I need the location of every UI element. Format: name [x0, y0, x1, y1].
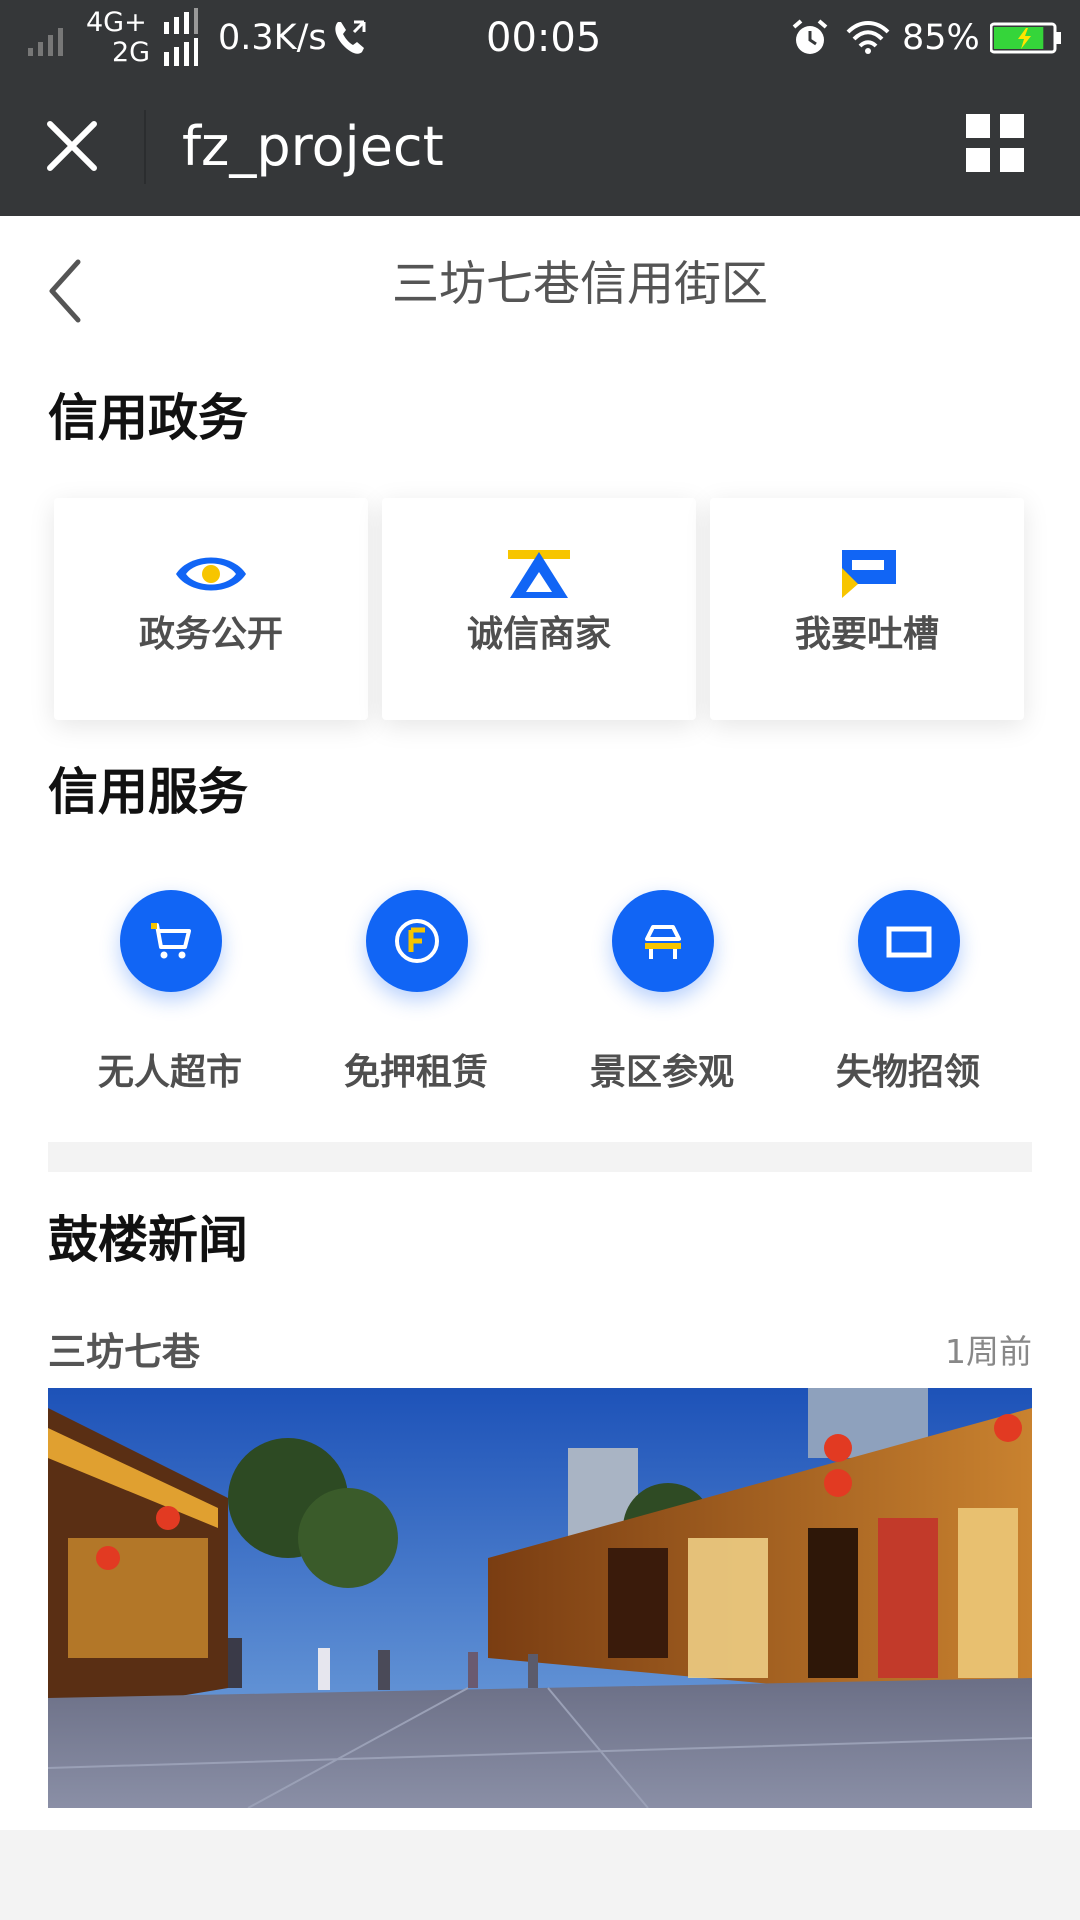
status-bar: 4G+ 2G 0.3K/s 00:05 85% — [0, 0, 1080, 76]
triangle-badge-icon — [508, 550, 570, 598]
news-time: 1周前 — [945, 1332, 1032, 1371]
card-label: 诚信商家 — [466, 614, 611, 655]
news-image[interactable] — [48, 1388, 1032, 1808]
coin-f-icon — [395, 919, 439, 963]
app-title: fz_project — [182, 115, 444, 178]
title-divider — [144, 110, 146, 184]
network-type: 4G+ 2G — [86, 8, 150, 68]
service-icon-circle — [858, 890, 960, 992]
signal-bars-icon — [164, 8, 198, 66]
network-type-bottom: 2G — [112, 37, 151, 68]
card-complaint[interactable]: 我要吐槽 — [710, 498, 1024, 720]
card-honest-merchants[interactable]: 诚信商家 — [382, 498, 696, 720]
section-title-news: 鼓楼新闻 — [48, 1211, 248, 1269]
card-label: 我要吐槽 — [794, 614, 939, 655]
street-photo — [48, 1388, 1032, 1808]
clock-time: 00:05 — [486, 15, 602, 61]
network-type-top: 4G+ — [86, 7, 147, 38]
comment-icon — [842, 550, 896, 598]
section-title-credit-government: 信用政务 — [48, 389, 248, 447]
card-label: 政务公开 — [138, 614, 283, 655]
service-icon-circle — [366, 890, 468, 992]
wifi-icon — [846, 21, 890, 54]
gate-icon — [645, 925, 681, 959]
page-content: 三坊七巷信用街区 信用政务 政务公开 诚信商家 我要吐槽 信用服务 无人超市 免… — [0, 216, 1080, 1830]
close-icon[interactable] — [46, 120, 98, 172]
service-label: 失物招领 — [835, 1052, 980, 1093]
service-deposit-free-rental[interactable]: 免押租赁 — [296, 890, 536, 1093]
page-title: 三坊七巷信用街区 — [392, 257, 768, 312]
battery-icon — [990, 22, 1061, 54]
network-speed: 0.3K/s — [218, 18, 327, 58]
service-label: 无人超市 — [97, 1052, 242, 1093]
alarm-icon — [792, 19, 828, 54]
cart-icon — [151, 923, 191, 959]
grid-menu-icon[interactable] — [962, 110, 1028, 176]
service-scenic-visit[interactable]: 景区参观 — [542, 890, 782, 1093]
news-source[interactable]: 三坊七巷 — [48, 1326, 200, 1378]
battery-percent: 85% — [902, 18, 980, 58]
phone-icon — [335, 20, 366, 54]
box-icon — [886, 926, 932, 958]
service-lost-and-found[interactable]: 失物招领 — [788, 890, 1028, 1093]
section-title-credit-services: 信用服务 — [48, 763, 248, 821]
service-label: 免押租赁 — [343, 1052, 488, 1093]
service-unmanned-store[interactable]: 无人超市 — [50, 890, 290, 1093]
section-divider — [48, 1142, 1032, 1172]
service-label: 景区参观 — [589, 1052, 734, 1093]
service-icon-circle — [612, 890, 714, 992]
service-icon-circle — [120, 890, 222, 992]
signal-icon — [28, 28, 63, 56]
eye-icon — [176, 557, 246, 591]
mini-program-title-bar: fz_project — [0, 76, 1080, 216]
card-government-disclosure[interactable]: 政务公开 — [54, 498, 368, 720]
